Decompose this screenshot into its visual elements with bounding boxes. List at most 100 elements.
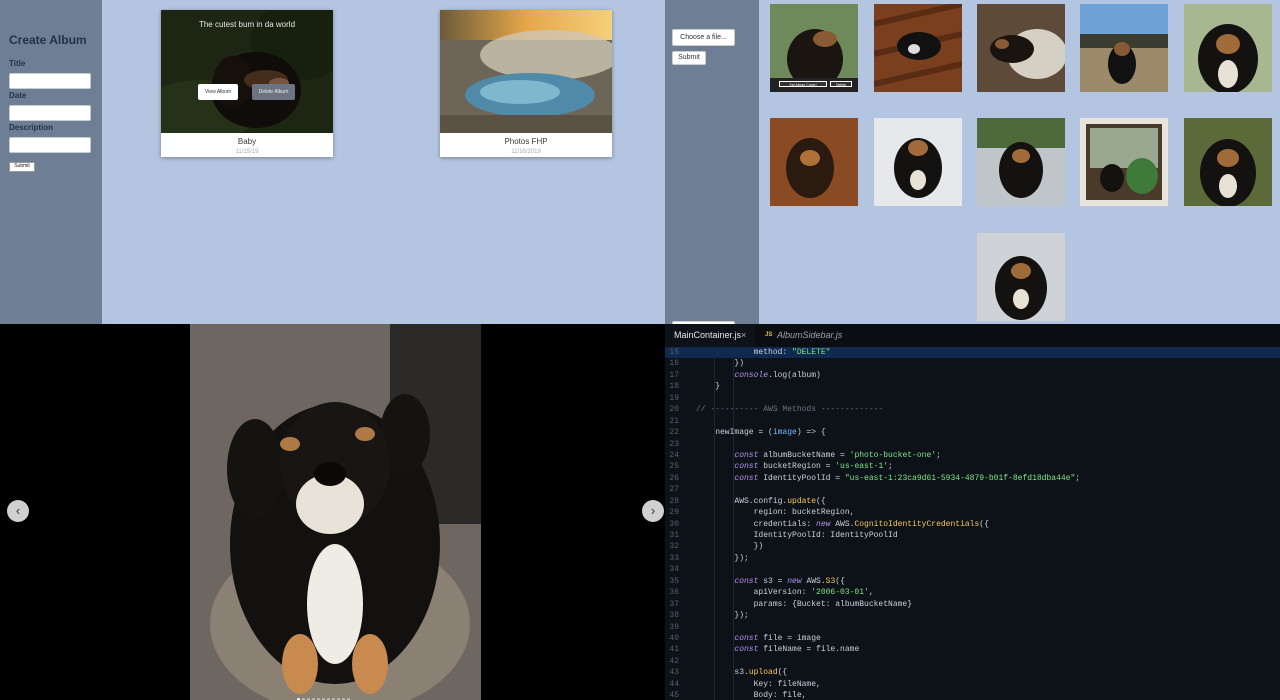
album-description-text: The cutest bum in da world <box>198 20 296 29</box>
description-textarea[interactable] <box>9 137 91 153</box>
photo-thumbnail[interactable] <box>1080 4 1168 92</box>
create-album-submit-button[interactable]: Submit <box>9 162 35 172</box>
close-icon[interactable]: × <box>741 324 746 347</box>
code-line[interactable]: 23 <box>665 439 1280 450</box>
choose-file-button[interactable]: Choose a file... <box>672 29 735 46</box>
line-number: 45 <box>669 691 679 700</box>
line-number: 18 <box>669 382 679 392</box>
line-text: IdentityPoolId: IdentityPoolId <box>696 531 898 540</box>
line-number: 19 <box>669 393 679 403</box>
date-input[interactable] <box>9 105 91 121</box>
line-text: }) <box>696 359 745 369</box>
line-number: 41 <box>669 645 679 655</box>
date-label: Date <box>9 91 27 100</box>
line-number: 30 <box>669 519 679 529</box>
line-number: 27 <box>669 485 679 495</box>
description-label: Description <box>9 123 54 132</box>
code-line[interactable]: 36 apiVersion: '2006-03-01', <box>665 587 1280 598</box>
code-line[interactable]: 31 IdentityPoolId: IdentityPoolId <box>665 530 1280 541</box>
code-line[interactable]: 40 const file = image <box>665 633 1280 644</box>
line-number: 44 <box>669 679 679 689</box>
code-line[interactable]: 27 <box>665 484 1280 495</box>
delete-album-button[interactable]: Delete Album <box>252 84 295 100</box>
line-number: 26 <box>669 473 679 483</box>
delete-photo-button[interactable]: Delete <box>830 81 852 87</box>
line-text: s3.upload({ <box>696 668 788 678</box>
line-number: 15 <box>669 348 679 357</box>
code-line[interactable]: 28 AWS.config.update({ <box>665 496 1280 507</box>
photo-thumbnail[interactable] <box>874 4 962 92</box>
code-line[interactable]: 42 <box>665 656 1280 667</box>
line-text: const bucketRegion = 'us-east-1'; <box>734 462 893 472</box>
code-line[interactable]: 41 const fileName = file.name <box>665 644 1280 655</box>
title-label: Title <box>9 59 26 68</box>
photo-thumbnail[interactable] <box>770 118 858 206</box>
photo-thumbnail[interactable] <box>874 118 962 206</box>
code-line[interactable]: 26 const IdentityPoolId = "us-east-1:23c… <box>665 473 1280 484</box>
code-line[interactable]: 15 method: "DELETE" <box>665 347 1280 359</box>
code-line[interactable]: 21 <box>665 416 1280 427</box>
code-line[interactable]: 35 const s3 = new AWS.S3({ <box>665 576 1280 587</box>
line-number: 17 <box>669 370 679 380</box>
code-line[interactable]: 17 console.log(album) <box>665 370 1280 381</box>
tab-album-sidebar[interactable]: JS AlbumSidebar.js <box>756 324 866 347</box>
code-line[interactable]: 45 Body: file, <box>665 690 1280 700</box>
line-number: 29 <box>669 508 679 518</box>
line-text: region: bucketRegion, <box>696 508 855 518</box>
line-number: 23 <box>669 439 679 449</box>
next-photo-button[interactable]: › <box>642 500 664 522</box>
photo-thumbnail[interactable] <box>1080 118 1168 206</box>
code-line[interactable]: 39 <box>665 622 1280 633</box>
line-number: 31 <box>669 531 679 540</box>
code-line[interactable]: 25 const bucketRegion = 'us-east-1'; <box>665 461 1280 472</box>
album-card[interactable]: The cutest bum in da world View Album De… <box>161 10 333 157</box>
code-line[interactable]: 44 Key: fileName, <box>665 679 1280 690</box>
photo-thumbnail[interactable] <box>977 118 1065 206</box>
line-number: 36 <box>669 588 679 598</box>
photo-thumbnail[interactable] <box>1184 4 1272 92</box>
line-number: 25 <box>669 462 679 472</box>
title-input[interactable] <box>9 73 91 89</box>
code-line[interactable]: 34 <box>665 564 1280 575</box>
code-line[interactable]: 24 const albumBucketName = 'photo-bucket… <box>665 450 1280 461</box>
set-album-cover-button[interactable]: Set Album Cover! <box>779 81 827 87</box>
photo-thumbnail[interactable] <box>977 233 1065 321</box>
code-line[interactable]: 33 }); <box>665 553 1280 564</box>
line-text: apiVersion: '2006-03-01', <box>696 588 874 598</box>
code-line[interactable]: 29 region: bucketRegion, <box>665 507 1280 518</box>
code-line[interactable]: 38 }); <box>665 610 1280 621</box>
line-text: }); <box>696 553 749 563</box>
prev-photo-button[interactable]: ‹ <box>7 500 29 522</box>
create-album-sidebar: Create Album Title Date Description Subm… <box>0 0 102 324</box>
tab-main-container[interactable]: MainContainer.js × <box>665 324 755 348</box>
featured-photo <box>190 324 481 700</box>
line-text: method: "DELETE" <box>696 348 831 357</box>
code-line[interactable]: 20 // ---------- AWS Methods ------------… <box>665 404 1280 415</box>
line-number: 40 <box>669 633 679 643</box>
line-number: 42 <box>669 656 679 666</box>
carousel-indicators <box>297 688 352 700</box>
line-text: }) <box>696 542 764 552</box>
line-text: Key: fileName, <box>696 679 821 689</box>
upload-submit-button[interactable]: Submit <box>672 51 706 65</box>
album-photos-page: Choose a file... Submit Set Album Cover!… <box>665 0 1280 324</box>
photo-thumbnail[interactable] <box>977 4 1065 92</box>
line-text: credentials: new AWS.CognitoIdentityCred… <box>696 519 989 529</box>
code-line[interactable]: 43 s3.upload({ <box>665 667 1280 678</box>
line-number: 20 <box>669 405 679 415</box>
code-line[interactable]: 30 credentials: new AWS.CognitoIdentityC… <box>665 519 1280 530</box>
code-line[interactable]: 37 params: {Bucket: albumBucketName} <box>665 599 1280 610</box>
line-text: const s3 = new AWS.S3({ <box>734 576 845 586</box>
photo-thumbnail[interactable] <box>1184 118 1272 206</box>
code-area[interactable]: 15 method: "DELETE" 16 }) 17 console.log(a… <box>665 347 1280 700</box>
albums-page: Create Album Title Date Description Subm… <box>0 0 665 324</box>
line-number: 32 <box>669 542 679 552</box>
code-line[interactable]: 16 }) <box>665 358 1280 369</box>
code-line[interactable]: 32 }) <box>665 541 1280 552</box>
code-line[interactable]: 18 } <box>665 381 1280 392</box>
album-card[interactable]: Photos FHP 11/16/2019 <box>440 10 612 157</box>
photo-thumbnail[interactable] <box>770 4 858 92</box>
view-album-button[interactable]: View Album <box>198 84 238 100</box>
code-line[interactable]: 22 newImage = (image) => { <box>665 427 1280 438</box>
code-line[interactable]: 19 <box>665 393 1280 404</box>
